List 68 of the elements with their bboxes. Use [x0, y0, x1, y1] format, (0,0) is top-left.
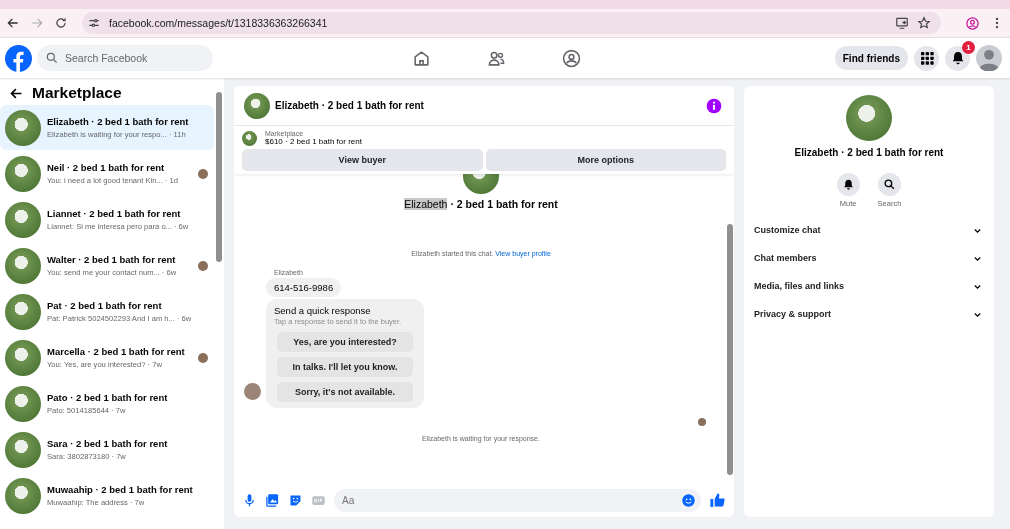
details-section[interactable]: Privacy & support	[754, 300, 984, 328]
listing-title: $610 · 2 bed 1 bath for rent	[265, 137, 362, 146]
message-bubble: 614-516-9986	[266, 278, 342, 297]
groups-icon[interactable]	[562, 48, 581, 68]
action-button[interactable]: More options	[485, 149, 726, 171]
photo-placeholder	[5, 247, 41, 284]
home-icon[interactable]	[412, 48, 431, 68]
photo-placeholder	[5, 339, 41, 376]
photo-placeholder	[846, 95, 892, 141]
seen-avatar	[698, 418, 706, 426]
sender-avatar	[244, 383, 261, 400]
conversation-title: Pato · 2 bed 1 bath for rent	[47, 392, 169, 403]
profile-icon[interactable]	[965, 15, 980, 31]
photo-placeholder	[5, 431, 41, 468]
details-title: Elizabeth · 2 bed 1 bath for rent	[794, 147, 944, 158]
menu-button[interactable]	[914, 45, 939, 71]
conversation-title: Muwaahip · 2 bed 1 bath for rent	[47, 484, 194, 495]
info-icon[interactable]	[706, 97, 722, 114]
sidebar-title: Marketplace	[32, 84, 122, 102]
back-icon[interactable]	[6, 16, 20, 30]
photo-placeholder	[5, 293, 41, 330]
notification-badge: 1	[962, 40, 975, 54]
conversation-title: Walter · 2 bed 1 bath for rent	[47, 254, 177, 265]
scrollbar-thumb[interactable]	[727, 224, 733, 475]
install-icon[interactable]	[895, 16, 909, 30]
address-bar[interactable]: facebook.com/messages/t/1318336363266341	[82, 12, 941, 34]
photo-placeholder	[5, 201, 41, 238]
photo-placeholder	[5, 385, 41, 422]
reload-icon[interactable]	[54, 16, 68, 30]
bookmark-star-icon[interactable]	[917, 16, 931, 30]
quick-response-title: Send a quick response	[274, 305, 372, 316]
url-text: facebook.com/messages/t/1318336363266341	[109, 17, 328, 29]
photo-placeholder	[244, 92, 270, 119]
scrollbar-thumb[interactable]	[216, 92, 222, 262]
details-section[interactable]: Chat members	[754, 244, 984, 272]
conversation-title: Marcella · 2 bed 1 bath for rent	[47, 346, 186, 357]
action-button[interactable]: View buyer	[242, 149, 483, 171]
gallery-icon[interactable]	[265, 492, 280, 508]
details-section[interactable]: Customize chat	[754, 216, 984, 244]
photo-placeholder	[242, 130, 257, 146]
site-info-icon[interactable]	[87, 16, 101, 30]
quick-response-button[interactable]: Yes, are you interested?	[277, 332, 413, 352]
find-friends-button[interactable]: Find friends	[834, 46, 908, 70]
conversation-title: Pat · 2 bed 1 bath for rent	[47, 300, 163, 311]
quick-response-button[interactable]: Sorry, it's not available.	[277, 382, 413, 402]
photo-placeholder	[5, 477, 41, 514]
conversation-title: Elizabeth · 2 bed 1 bath for rent	[47, 116, 190, 127]
highlighted-name: Elizabeth	[404, 198, 448, 210]
quick-response-button[interactable]: In talks. I'll let you know.	[277, 357, 413, 377]
facebook-logo-icon[interactable]	[5, 44, 32, 72]
message-field[interactable]: Aa	[334, 488, 701, 512]
microphone-icon[interactable]	[242, 492, 257, 508]
intro-title: · 2 bed 1 bath for rent	[449, 198, 558, 210]
notifications-button[interactable]	[945, 45, 970, 71]
search-icon	[45, 51, 59, 65]
avatar-icon[interactable]	[976, 45, 1002, 71]
conversation-title: Neil · 2 bed 1 bath for rent	[47, 162, 166, 173]
photo-placeholder	[5, 155, 41, 192]
like-icon[interactable]	[709, 491, 726, 509]
conversation-title: Sara · 2 bed 1 bath for rent	[47, 438, 169, 449]
emoji-icon[interactable]	[681, 492, 696, 508]
chat-title: Elizabeth · 2 bed 1 bath for rent	[275, 100, 424, 111]
grid-icon	[918, 50, 935, 66]
photo-placeholder	[5, 109, 41, 146]
conversation-title: Liannet · 2 bed 1 bath for rent	[47, 208, 182, 219]
search-icon	[883, 178, 896, 191]
search-field[interactable]: Search Facebook	[37, 45, 213, 71]
details-section[interactable]: Media, files and links	[754, 272, 984, 300]
